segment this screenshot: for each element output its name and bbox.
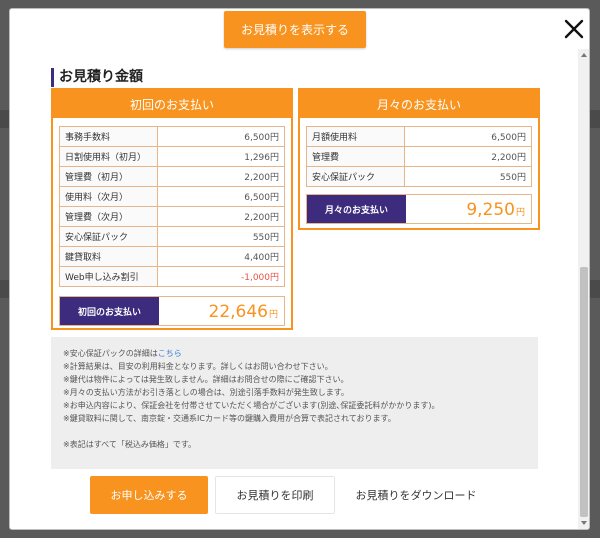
fee-label: 管理費（次月） — [59, 206, 158, 227]
note-line: ※鍵代は物件によっては発生致しません。詳細はお問合せの際にご確認下さい。 — [63, 375, 349, 384]
table-row: 鍵貸取料 4,400円 — [59, 246, 285, 267]
initial-payment-panel: 初回のお支払い 事務手数料 6,500円 日割使用料（初月） 1,296円 管理費（… — [51, 88, 293, 330]
monthly-panel-header: 月々のお支払い — [300, 90, 538, 118]
initial-fees-table: 事務手数料 6,500円 日割使用料（初月） 1,296円 管理費（初月） 2,200… — [59, 126, 285, 287]
note-text: ※安心保証パックの詳細は — [63, 349, 158, 358]
apply-button[interactable]: お申し込みする — [90, 476, 208, 514]
estimate-modal: お見積りを表示する お見積り金額 初回のお支払い 事務手数料 6,500円 日割使… — [9, 8, 590, 530]
initial-panel-header: 初回のお支払い — [53, 90, 291, 118]
table-row: 管理費（初月） 2,200円 — [59, 166, 285, 187]
fee-label: 鍵貸取料 — [59, 246, 158, 267]
table-row: 使用料（次月） 6,500円 — [59, 186, 285, 207]
monthly-total-value: 9,250 円 — [406, 195, 531, 223]
table-row: 管理費（次月） 2,200円 — [59, 206, 285, 227]
monthly-total-label: 月々のお支払い — [307, 195, 406, 223]
table-row: 安心保証パック 550円 — [306, 166, 532, 187]
fee-value: 6,500円 — [157, 126, 285, 147]
table-row: 月額使用料 6,500円 — [306, 126, 532, 147]
note-line: ※月々の支払い方法がお引き落としの場合は、別途引落手数料が発生致します。 — [63, 388, 349, 397]
fee-value: 1,296円 — [157, 146, 285, 167]
fee-value: 6,500円 — [157, 186, 285, 207]
tax-note: ※表記はすべて「税込み価格」です。 — [63, 440, 197, 449]
print-estimate-button[interactable]: お見積りを印刷 — [215, 476, 335, 514]
note-line: ※計算結果は、目安の利用料金となります。詳しくはお問い合わせ下さい。 — [63, 362, 333, 371]
fee-label: 管理費（初月） — [59, 166, 158, 187]
initial-total-label: 初回のお支払い — [60, 297, 159, 325]
fee-value: 2,200円 — [157, 166, 285, 187]
table-row: Web申し込み割引 -1,000円 — [59, 266, 285, 287]
scroll-down-icon[interactable] — [580, 519, 588, 527]
fee-label: 使用料（次月） — [59, 186, 158, 207]
monthly-total-amount: 9,250 — [466, 200, 515, 220]
monthly-total-row: 月々のお支払い 9,250 円 — [306, 194, 532, 224]
yen-unit: 円 — [268, 310, 278, 320]
scrollbar[interactable] — [578, 49, 589, 529]
fee-value: 2,200円 — [404, 146, 532, 167]
fee-label: 月額使用料 — [306, 126, 405, 147]
initial-total-value: 22,646 円 — [159, 297, 284, 325]
fee-value: 4,400円 — [157, 246, 285, 267]
table-row: 管理費 2,200円 — [306, 146, 532, 167]
table-row: 安心保証パック 550円 — [59, 226, 285, 247]
download-estimate-button[interactable]: お見積りをダウンロード — [344, 476, 488, 514]
close-icon[interactable] — [562, 17, 586, 41]
fee-label: 管理費 — [306, 146, 405, 167]
show-estimate-button[interactable]: お見積りを表示する — [224, 11, 366, 48]
fee-value: 550円 — [157, 226, 285, 247]
details-link[interactable]: こちら — [158, 349, 182, 358]
fee-label: 安心保証パック — [306, 166, 405, 187]
fee-label: 日割使用料（初月） — [59, 146, 158, 167]
notes-box: ※安心保証パックの詳細はこちら ※計算結果は、目安の利用料金となります。詳しくは… — [51, 337, 538, 469]
table-row: 事務手数料 6,500円 — [59, 126, 285, 147]
note-line: ※鍵貸取料に関して、南京錠・交通系ICカード等の鍵購入費用が合算で表記されており… — [63, 414, 396, 423]
fee-label: Web申し込み割引 — [59, 266, 158, 287]
fee-value: 550円 — [404, 166, 532, 187]
fee-label: 安心保証パック — [59, 226, 158, 247]
discount-value: -1,000円 — [157, 266, 285, 287]
scrollbar-thumb[interactable] — [580, 267, 588, 517]
initial-total-amount: 22,646 — [208, 302, 268, 322]
monthly-fees-table: 月額使用料 6,500円 管理費 2,200円 安心保証パック 550円 — [306, 126, 532, 187]
note-line: ※安心保証パックの詳細はこちら — [63, 347, 526, 360]
note-line: ※お申込内容により、保証会社を付帯させていただく場合がございます(別途､保証委託… — [63, 401, 440, 410]
yen-unit: 円 — [515, 208, 525, 218]
table-row: 日割使用料（初月） 1,296円 — [59, 146, 285, 167]
fee-value: 6,500円 — [404, 126, 532, 147]
scroll-up-icon[interactable] — [580, 51, 588, 59]
fee-label: 事務手数料 — [59, 126, 158, 147]
section-title: お見積り金額 — [51, 68, 143, 87]
initial-total-row: 初回のお支払い 22,646 円 — [59, 296, 285, 326]
fee-value: 2,200円 — [157, 206, 285, 227]
monthly-payment-panel: 月々のお支払い 月額使用料 6,500円 管理費 2,200円 安心保証パック 550… — [298, 88, 540, 230]
